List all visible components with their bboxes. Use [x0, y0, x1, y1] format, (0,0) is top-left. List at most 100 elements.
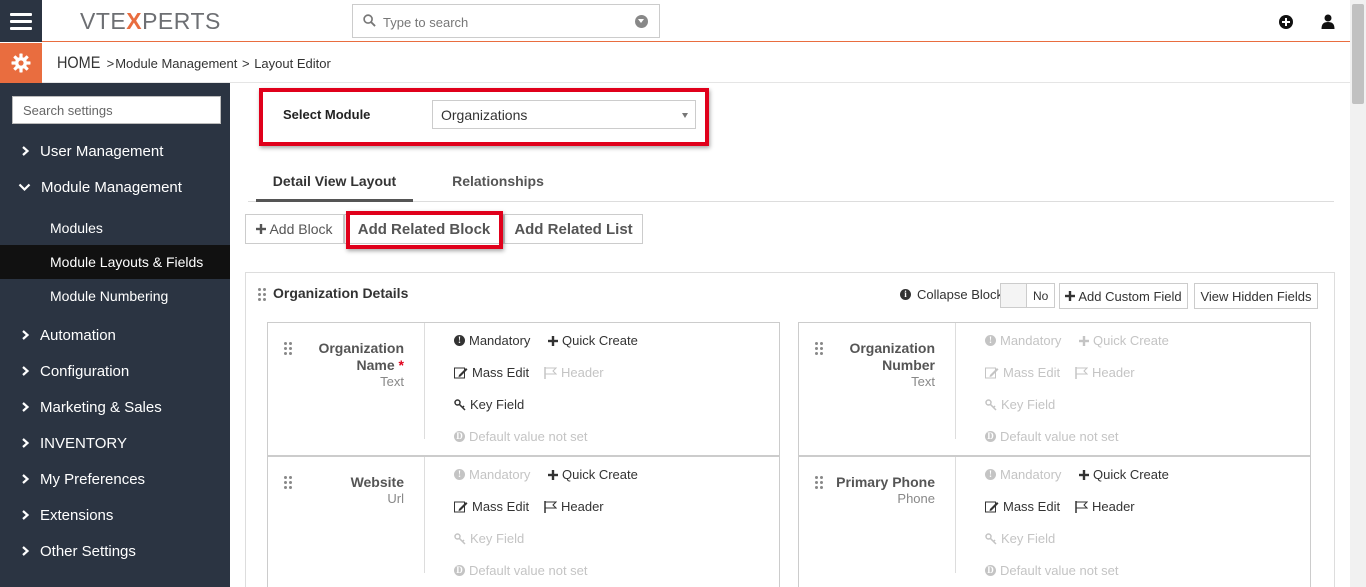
option-default-value[interactable]: D Default value not set — [985, 429, 1119, 444]
field-name: Organization Number — [849, 340, 935, 373]
settings-gear-icon[interactable] — [0, 43, 42, 83]
flag-icon — [1075, 500, 1088, 513]
add-plus-icon[interactable] — [1279, 15, 1293, 29]
sidebar-subitem-module-numbering[interactable]: Module Numbering — [0, 279, 230, 313]
default-value-icon: D — [454, 565, 465, 576]
option-mandatory[interactable]: ! Mandatory — [985, 333, 1061, 348]
key-icon — [985, 532, 997, 545]
option-mass-edit[interactable]: Mass Edit — [985, 365, 1060, 380]
organization-details-block: Organization Details i Collapse Block No… — [245, 272, 1335, 587]
option-quick-create[interactable]: Quick Create — [1079, 333, 1169, 348]
page-scrollbar[interactable] — [1350, 0, 1366, 587]
option-mass-edit[interactable]: Mass Edit — [985, 499, 1060, 514]
option-header[interactable]: Header — [1075, 499, 1135, 514]
option-key-field[interactable]: Key Field — [985, 397, 1055, 412]
global-search — [352, 4, 660, 38]
option-mass-edit[interactable]: Mass Edit — [454, 365, 529, 380]
field-type: Phone — [897, 491, 935, 506]
select-module-label: Select Module — [283, 107, 371, 122]
option-quick-create[interactable]: Quick Create — [548, 467, 638, 482]
add-block-button[interactable]: Add Block — [245, 214, 344, 244]
field-name: Website — [350, 474, 404, 490]
chevron-down-icon — [18, 183, 31, 192]
option-header[interactable]: Header — [544, 499, 604, 514]
hamburger-menu-icon[interactable] — [0, 0, 42, 42]
required-star: * — [398, 357, 404, 373]
breadcrumb-module-management[interactable]: Module Management — [115, 56, 237, 71]
tab-relationships[interactable]: Relationships — [438, 168, 558, 202]
mandatory-icon: ! — [454, 469, 465, 480]
flag-icon — [1075, 366, 1088, 379]
mandatory-icon: ! — [985, 335, 996, 346]
sidebar-subitem-modules[interactable]: Modules — [0, 211, 230, 245]
option-quick-create[interactable]: Quick Create — [548, 333, 638, 348]
option-mass-edit[interactable]: Mass Edit — [454, 499, 529, 514]
scrollbar-thumb[interactable] — [1352, 4, 1364, 104]
chevron-right-icon — [22, 438, 30, 448]
option-key-field[interactable]: Key Field — [454, 397, 524, 412]
mandatory-icon: ! — [985, 469, 996, 480]
drag-handle-icon[interactable] — [284, 342, 292, 355]
sidebar-item-marketing-sales[interactable]: Marketing & Sales — [0, 390, 230, 424]
plus-icon — [256, 224, 267, 234]
flag-icon — [544, 366, 557, 379]
mandatory-icon: ! — [454, 335, 465, 346]
breadcrumb-home[interactable]: HOME — [57, 53, 100, 73]
highlight-add-related-block — [346, 211, 503, 249]
sidebar-item-other-settings[interactable]: Other Settings — [0, 534, 230, 568]
drag-handle-icon[interactable] — [258, 288, 266, 301]
field-name: Primary Phone — [836, 474, 935, 490]
option-quick-create[interactable]: Quick Create — [1079, 467, 1169, 482]
chevron-right-icon — [22, 146, 30, 156]
field-type: Text — [380, 374, 404, 389]
search-input[interactable] — [383, 12, 623, 32]
option-header[interactable]: Header — [1075, 365, 1135, 380]
tab-detail-view-layout[interactable]: Detail View Layout — [256, 168, 413, 202]
logo[interactable]: VTEXPERTS — [80, 8, 221, 35]
sidebar-item-automation[interactable]: Automation — [0, 318, 230, 352]
top-bar: VTEXPERTS — [0, 0, 1366, 42]
settings-search-input[interactable] — [12, 96, 221, 124]
sidebar-item-module-management[interactable]: Module Management — [0, 170, 230, 204]
sidebar-item-my-preferences[interactable]: My Preferences — [0, 462, 230, 496]
option-default-value[interactable]: D Default value not set — [454, 429, 588, 444]
select-module-dropdown[interactable]: Organizations — [432, 100, 696, 129]
chevron-right-icon — [22, 366, 30, 376]
field-website: Website Url ! Mandatory Quick Create Mass… — [267, 456, 780, 587]
sidebar-item-label: Other Settings — [40, 542, 136, 560]
breadcrumb-separator: > — [241, 56, 250, 71]
sidebar-subitem-label: Module Numbering — [50, 288, 169, 304]
option-key-field[interactable]: Key Field — [985, 531, 1055, 546]
add-related-list-button[interactable]: Add Related List — [504, 214, 643, 244]
option-key-field[interactable]: Key Field — [454, 531, 524, 546]
option-header[interactable]: Header — [544, 365, 604, 380]
flag-icon — [544, 500, 557, 513]
option-mandatory[interactable]: ! Mandatory — [985, 467, 1061, 482]
collapse-block-toggle[interactable]: No — [1000, 283, 1055, 308]
option-default-value[interactable]: D Default value not set — [985, 563, 1119, 578]
sidebar-item-inventory[interactable]: INVENTORY — [0, 426, 230, 460]
plus-icon — [548, 335, 558, 346]
sidebar-item-configuration[interactable]: Configuration — [0, 354, 230, 388]
breadcrumb: HOME >Module Management > Layout Editor — [57, 53, 331, 73]
field-organization-number: Organization Number Text ! Mandatory Quick… — [798, 322, 1311, 456]
breadcrumb-bar: HOME >Module Management > Layout Editor — [0, 43, 1350, 83]
option-mandatory[interactable]: ! Mandatory — [454, 333, 530, 348]
select-module-value: Organizations — [441, 107, 528, 123]
drag-handle-icon[interactable] — [284, 476, 292, 489]
plus-icon — [1079, 335, 1089, 346]
add-custom-field-button[interactable]: Add Custom Field — [1059, 283, 1188, 309]
breadcrumb-layout-editor: Layout Editor — [254, 56, 331, 71]
sidebar-item-label: Module Management — [41, 178, 182, 196]
user-icon[interactable] — [1321, 14, 1335, 29]
view-hidden-fields-button[interactable]: View Hidden Fields — [1194, 283, 1318, 309]
option-mandatory[interactable]: ! Mandatory — [454, 467, 530, 482]
sidebar-item-user-management[interactable]: User Management — [0, 134, 230, 168]
drag-handle-icon[interactable] — [815, 342, 823, 355]
search-dropdown-icon[interactable] — [635, 15, 648, 28]
option-default-value[interactable]: D Default value not set — [454, 563, 588, 578]
layout-tabs: Detail View Layout Relationships — [248, 168, 1334, 202]
field-type: Text — [911, 374, 935, 389]
sidebar-subitem-module-layouts-fields[interactable]: Module Layouts & Fields — [0, 245, 230, 279]
sidebar-item-extensions[interactable]: Extensions — [0, 498, 230, 532]
